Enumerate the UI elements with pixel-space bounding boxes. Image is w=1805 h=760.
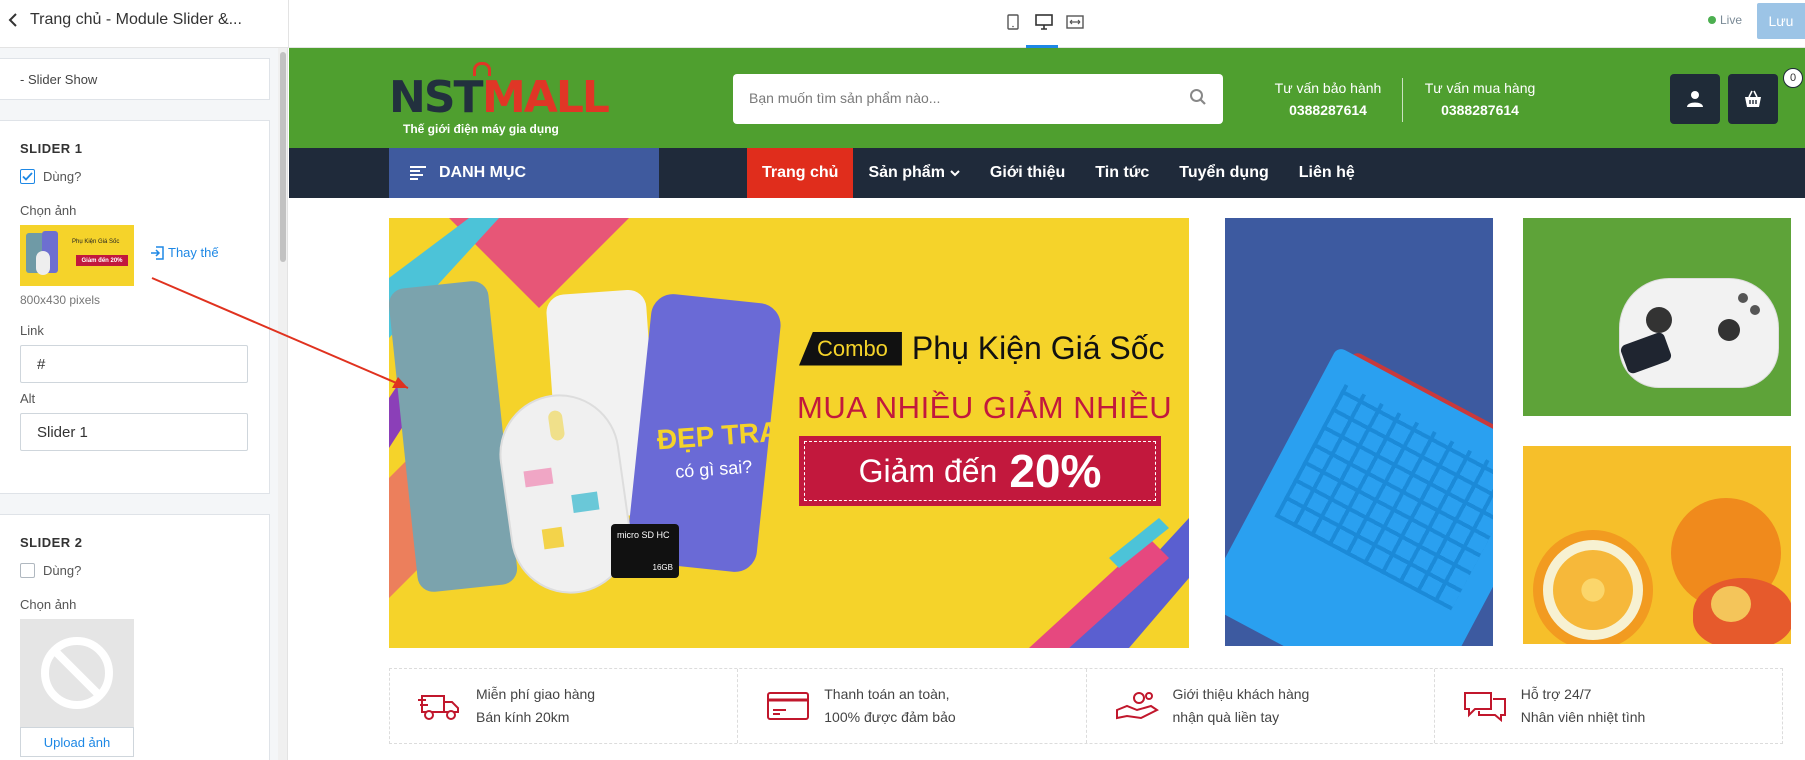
truck-icon [418, 695, 459, 720]
chevron-down-icon [950, 169, 960, 176]
slider2-image-placeholder[interactable] [20, 619, 134, 727]
site-logo[interactable]: NST MALL Thế giới điện máy gia dụng [389, 62, 610, 138]
checkbox-checked-icon[interactable] [20, 169, 35, 184]
alt-input[interactable]: Slider 1 [20, 413, 248, 451]
save-button[interactable]: Lưu [1757, 3, 1805, 39]
fruit-promo-tile[interactable] [1523, 446, 1791, 644]
controller-promo-tile[interactable] [1523, 218, 1791, 416]
hand-coins-icon [1115, 692, 1159, 720]
chat-icon [1463, 692, 1506, 722]
desktop-view-icon[interactable] [1026, 12, 1058, 48]
checkbox-unchecked-icon[interactable] [20, 563, 35, 578]
live-label: Live [1720, 13, 1743, 27]
slider2-use-label: Dùng? [43, 563, 82, 578]
category-label: DANH MỤC [439, 164, 527, 181]
user-icon [1687, 91, 1703, 107]
menu-item-products[interactable]: Sản phẩm [853, 148, 974, 198]
back-icon[interactable] [8, 12, 18, 33]
slider2-card: SLIDER 2 Dùng? Chọn ảnh Upload ảnh [0, 514, 270, 760]
editor-title: Trang chủ - Module Slider &... [30, 11, 242, 28]
replace-image-button[interactable]: Thay thế [150, 245, 219, 260]
upload-image-button[interactable]: Upload ảnh [20, 727, 134, 757]
live-status: Live [1708, 13, 1742, 27]
warranty-hotline[interactable]: Tư vấn bảo hành 0388287614 [1258, 80, 1398, 118]
slider1-image-label: Chọn ảnh [20, 203, 77, 218]
menu-item-contact[interactable]: Liên hệ [1284, 148, 1370, 198]
no-image-icon [41, 637, 113, 709]
slider2-heading: SLIDER 2 [20, 535, 83, 550]
divider [288, 0, 289, 48]
section-label: - Slider Show [20, 71, 98, 87]
menu-item-home[interactable]: Trang chủ [747, 148, 854, 198]
replace-label: Thay thế [168, 245, 219, 260]
alt-label: Alt [20, 391, 36, 406]
mobile-view-icon[interactable] [1003, 12, 1023, 32]
panel-scrollbar[interactable] [278, 48, 287, 760]
discount-box: Giảm đến 20% [799, 436, 1161, 506]
site-header: NST MALL Thế giới điện máy gia dụng Bạn … [289, 48, 1805, 148]
banner-headline: Combo Phụ Kiện Giá Sốc [799, 330, 1165, 367]
slider1-heading: SLIDER 1 [20, 141, 83, 156]
replace-icon [151, 245, 164, 260]
main-slider-banner[interactable]: ĐẸP TRAI có gì sai? micro SD HC 16GB Com… [389, 218, 1189, 648]
fullwidth-view-icon[interactable] [1065, 12, 1085, 32]
keyboard-promo-tile[interactable] [1225, 218, 1493, 646]
live-dot-icon [1708, 16, 1716, 24]
search-input[interactable]: Bạn muốn tìm sản phẩm nào... [749, 90, 940, 106]
category-menu-button[interactable]: DANH MỤC [389, 148, 659, 198]
menu-item-about[interactable]: Giới thiệu [975, 148, 1080, 198]
menu-item-careers[interactable]: Tuyển dụng [1164, 148, 1283, 198]
link-input[interactable]: # [20, 345, 248, 383]
slider1-use-checkbox[interactable]: Dùng? [20, 169, 81, 184]
search-icon[interactable] [1189, 88, 1207, 111]
search-box[interactable]: Bạn muốn tìm sản phẩm nào... [733, 74, 1223, 124]
feature-item-shipping[interactable]: Miễn phí giao hàng Bán kính 20km [390, 669, 739, 743]
banner-subline: MUA NHIỀU GIẢM NHIỀU [797, 390, 1173, 425]
feature-item-payment[interactable]: Thanh toán an toàn, 100% được đảm bảo [738, 669, 1087, 743]
slider1-thumbnail[interactable]: Phụ Kiện Giá Sốc Giảm đến 20% [20, 225, 134, 286]
feature-item-referral[interactable]: Giới thiệu khách hàng nhận quà liền tay [1087, 669, 1435, 743]
combo-tag: Combo [799, 331, 902, 366]
cart-button[interactable] [1728, 74, 1778, 124]
credit-card-icon [767, 692, 810, 720]
main-nav: DANH MỤC Trang chủ Sản phẩm Giới thiệu T… [289, 148, 1805, 198]
image-size-hint: 800x430 pixels [20, 293, 101, 307]
site-preview: NST MALL Thế giới điện máy gia dụng Bạn … [289, 48, 1805, 760]
basket-icon [1745, 90, 1761, 107]
controller-image [1619, 278, 1779, 388]
link-label: Link [20, 323, 44, 338]
feature-strip: Miễn phí giao hàng Bán kính 20km Thanh to… [389, 668, 1783, 744]
editor-topbar: Trang chủ - Module Slider &... Live Lưu [0, 0, 1805, 48]
sales-hotline[interactable]: Tư vấn mua hàng 0388287614 [1410, 80, 1550, 118]
menu-item-news[interactable]: Tin tức [1080, 148, 1164, 198]
menu-bar: Trang chủ Sản phẩm Giới thiệu Tin tức Tu… [747, 148, 1370, 198]
slider2-image-label: Chọn ảnh [20, 597, 77, 612]
sd-card-image: micro SD HC 16GB [611, 524, 679, 578]
slider1-use-label: Dùng? [43, 169, 82, 184]
logo-tagline: Thế giới điện máy gia dụng [403, 122, 559, 136]
feature-item-support[interactable]: Hỗ trợ 24/7 Nhân viên nhiệt tình [1435, 669, 1782, 743]
cart-count-badge: 0 [1783, 68, 1803, 88]
account-button[interactable] [1670, 74, 1720, 124]
section-header[interactable]: - Slider Show [0, 58, 270, 100]
divider [1402, 78, 1403, 122]
menu-icon [410, 166, 426, 180]
slider2-use-checkbox[interactable]: Dùng? [20, 563, 81, 578]
settings-panel: - Slider Show SLIDER 1 Dùng? Chọn ảnh Ph… [0, 48, 288, 760]
slider1-card: SLIDER 1 Dùng? Chọn ảnh Phụ Kiện Giá Sốc… [0, 120, 270, 494]
